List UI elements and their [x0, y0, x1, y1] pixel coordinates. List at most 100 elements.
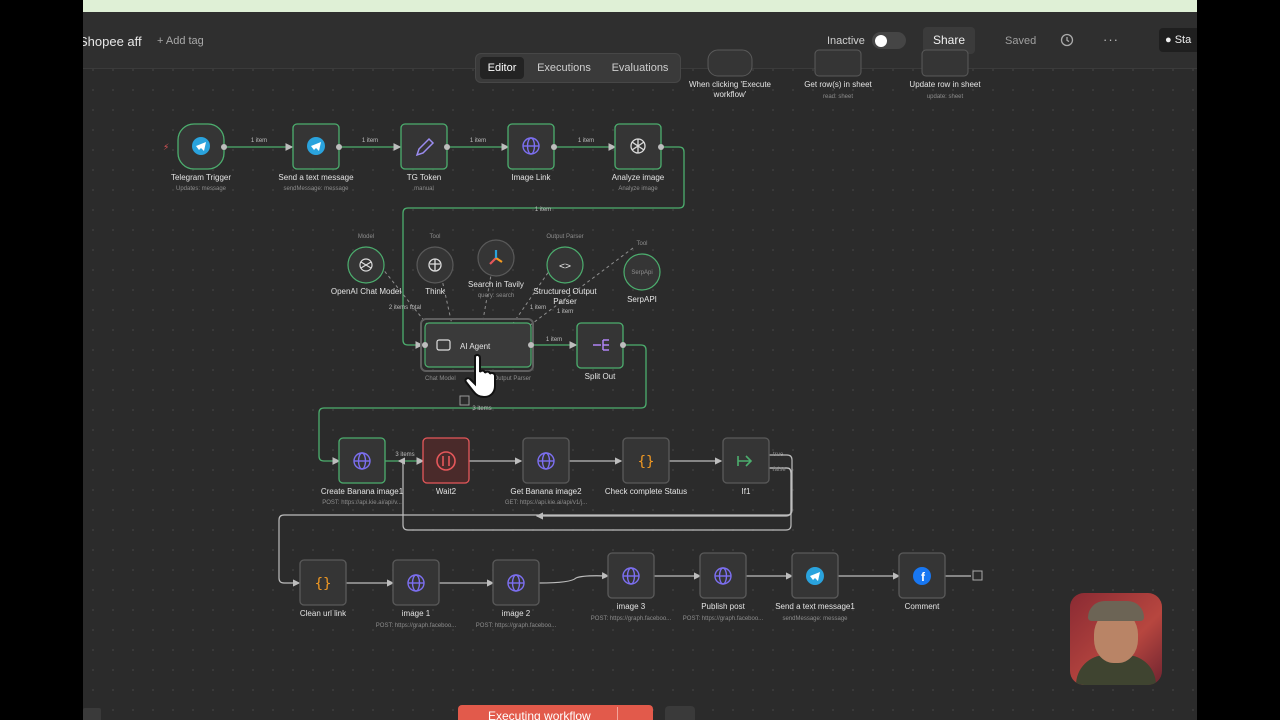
node-subtitle: sendMessage: message — [782, 616, 848, 622]
edge-label: 1 item — [578, 138, 594, 144]
tab-evaluations[interactable]: Evaluations — [604, 57, 676, 79]
node-label: image 2 — [502, 609, 531, 618]
node-label: When clicking 'Execute — [689, 80, 772, 89]
tg-token-node[interactable]: TG Token manual — [400, 123, 450, 192]
node-label: If1 — [742, 487, 751, 496]
branch-label: false — [773, 467, 786, 473]
think-tool-node[interactable]: Tool Think — [416, 234, 454, 296]
node-label: Analyze image — [612, 173, 665, 182]
edge-label: 2 items total — [389, 305, 421, 311]
node-tag: Tool — [636, 241, 647, 247]
edge-label: 3 items — [472, 406, 491, 412]
image2-node[interactable]: image 2 POST: https://graph.faceboo... — [476, 559, 557, 629]
node-subtitle: read: sheet — [823, 94, 853, 100]
node-label: Publish post — [701, 602, 745, 611]
node-label: Create Banana image1 — [321, 487, 404, 496]
node-subtitle: POST: https://graph.faceboo... — [376, 623, 457, 629]
node-label: Image Link — [511, 173, 551, 182]
update-row-node[interactable]: Update row in sheet update: sheet — [909, 49, 981, 100]
node-label: AI Agent — [460, 342, 491, 351]
node-label: Get Banana image2 — [510, 487, 582, 496]
n8n-editor-window: Shopee aff + Add tag Inactive Share Save… — [83, 0, 1197, 720]
node-tag: Output Parser — [546, 234, 583, 240]
node-label: image 3 — [617, 602, 646, 611]
image1-node[interactable]: image 1 POST: https://graph.faceboo... — [376, 559, 457, 629]
executing-workflow-button[interactable]: Executing workflow — [458, 705, 653, 720]
node-label: Telegram Trigger — [171, 173, 231, 182]
node-label: Think — [425, 287, 446, 296]
edge-label: 1 item — [557, 309, 573, 315]
tab-executions[interactable]: Executions — [530, 57, 598, 79]
node-subtitle: POST: https://api.kie.ai/api/v... — [322, 500, 402, 506]
edge-label: 1 item — [535, 207, 551, 213]
workflow-canvas[interactable]: When clicking 'Execute workflow' Get row… — [83, 0, 1197, 720]
get-banana-image-node[interactable]: Get Banana image2 GET: https://api.kie.a… — [505, 437, 588, 506]
code-icon: {} — [315, 576, 332, 592]
serpapi-node[interactable]: Tool SerpApi SerpAPI — [623, 241, 661, 304]
publish-post-node[interactable]: Publish post POST: https://graph.faceboo… — [683, 552, 764, 622]
node-label: image 1 — [402, 609, 431, 618]
edge-label: 1 item — [530, 305, 546, 311]
get-rows-node[interactable]: Get row(s) in sheet read: sheet — [804, 49, 873, 100]
edge-label: 1 item — [251, 138, 267, 144]
create-banana-image-node[interactable]: Create Banana image1 POST: https://api.k… — [321, 437, 404, 506]
split-out-node[interactable]: Split Out — [576, 322, 626, 381]
openai-chat-model-node[interactable]: Model OpenAI Chat Model — [331, 234, 401, 296]
node-label: Comment — [905, 602, 940, 611]
node-subtitle: POST: https://graph.faceboo... — [476, 623, 557, 629]
connection — [538, 572, 610, 584]
edge-label: 1 item — [470, 138, 486, 144]
node-label: Wait2 — [436, 487, 457, 496]
node-subtitle: query: search — [478, 293, 514, 299]
serpapi-logo: SerpApi — [631, 270, 652, 276]
zoom-controls[interactable] — [83, 708, 101, 720]
node-label: Send a text message1 — [775, 602, 855, 611]
node-subtitle: GET: https://api.kie.ai/api/v1/j... — [505, 500, 588, 506]
node-subtitle: manual — [414, 186, 434, 192]
code-brackets-icon: <> — [559, 261, 571, 272]
node-label-line2: workflow' — [713, 90, 747, 99]
trigger-bolt-icon: ⚡ — [163, 143, 169, 153]
if1-node[interactable]: true false If1 — [722, 437, 786, 496]
tavily-search-node[interactable]: Search in Tavily query: search — [468, 239, 524, 299]
wait2-node[interactable]: Wait2 — [422, 437, 470, 496]
telegram-trigger-node[interactable]: ⚡ Telegram Trigger Updates: message — [163, 123, 231, 192]
node-label: SerpAPI — [627, 295, 657, 304]
webcam-cap — [1088, 601, 1144, 621]
button-divider — [617, 707, 618, 720]
analyze-image-node[interactable]: Analyze image Analyze image — [612, 123, 665, 192]
comment-node[interactable]: f Comment — [898, 552, 983, 611]
send-text-message1-node[interactable]: Send a text message1 sendMessage: messag… — [775, 552, 855, 622]
node-subtitle: update: sheet — [927, 94, 964, 100]
node-label: Clean url link — [300, 609, 347, 618]
node-label: Update row in sheet — [909, 80, 981, 89]
node-label: Get row(s) in sheet — [804, 80, 872, 89]
node-label: TG Token — [407, 173, 442, 182]
chat-button[interactable] — [665, 706, 695, 720]
node-label: Split Out — [585, 372, 616, 381]
node-label: Structured Output — [533, 287, 597, 296]
structured-output-parser-node[interactable]: Output Parser <> Structured Output Parse… — [533, 234, 597, 306]
node-label: OpenAI Chat Model — [331, 287, 401, 296]
connector-label: Chat Model — [425, 376, 456, 382]
node-tag: Model — [358, 234, 374, 240]
send-text-message-node[interactable]: Send a text message sendMessage: message — [278, 123, 354, 192]
node-tag: Tool — [429, 234, 440, 240]
execute-label: Executing workflow — [488, 709, 591, 720]
node-subtitle: Updates: message — [176, 186, 227, 192]
code-icon: {} — [638, 454, 655, 470]
image-link-node[interactable]: Image Link — [507, 123, 557, 182]
node-label: Search in Tavily — [468, 280, 524, 289]
clean-url-node[interactable]: {} Clean url link — [299, 559, 347, 618]
edge-label: 3 items — [395, 452, 414, 458]
branch-label: true — [773, 452, 784, 458]
image3-node[interactable]: image 3 POST: https://graph.faceboo... — [591, 552, 672, 622]
manual-trigger-node[interactable]: When clicking 'Execute workflow' — [689, 49, 772, 99]
node-subtitle: POST: https://graph.faceboo... — [591, 616, 672, 622]
add-node-button — [972, 570, 983, 581]
tab-editor[interactable]: Editor — [480, 57, 524, 79]
pointer-hand-icon — [464, 353, 496, 398]
check-status-node[interactable]: {} Check complete Status — [605, 437, 687, 496]
node-subtitle: POST: https://graph.faceboo... — [683, 616, 764, 622]
node-subtitle: sendMessage: message — [283, 186, 349, 192]
